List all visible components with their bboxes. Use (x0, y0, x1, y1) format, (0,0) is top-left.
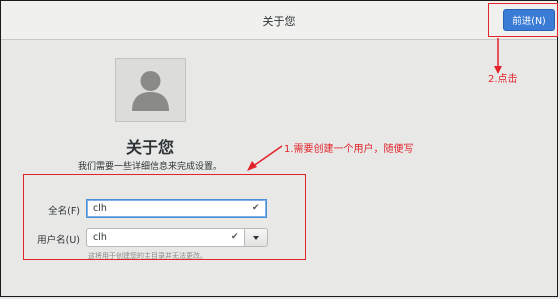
check-icon: ✔ (231, 232, 239, 242)
annotation-step1: 1.需要创建一个用户，随便写 (284, 144, 414, 155)
username-hint: 这将用于创建您的主目录并无法更改。 (88, 252, 207, 260)
header-bar: 关于您 (1, 1, 557, 40)
chevron-down-icon (253, 236, 259, 240)
username-value: clh (93, 232, 107, 243)
full-name-label: 全名(F) (48, 206, 80, 217)
section-subtitle: 我们需要一些详细信息来完成设置。 (77, 162, 222, 172)
username-field[interactable]: clh (86, 228, 245, 247)
full-name-value: clh (93, 203, 107, 214)
user-silhouette-icon (132, 71, 169, 111)
section-heading: 关于您 (125, 138, 174, 157)
avatar[interactable] (115, 58, 186, 122)
annotation-step2: 2.点击 (488, 74, 518, 85)
check-icon: ✔ (252, 203, 260, 213)
annotation-box-next (488, 3, 558, 37)
username-dropdown-button[interactable] (244, 228, 268, 247)
full-name-field[interactable]: clh (86, 199, 267, 218)
username-label: 用户名(U) (37, 235, 80, 246)
page-title: 关于您 (262, 15, 296, 28)
